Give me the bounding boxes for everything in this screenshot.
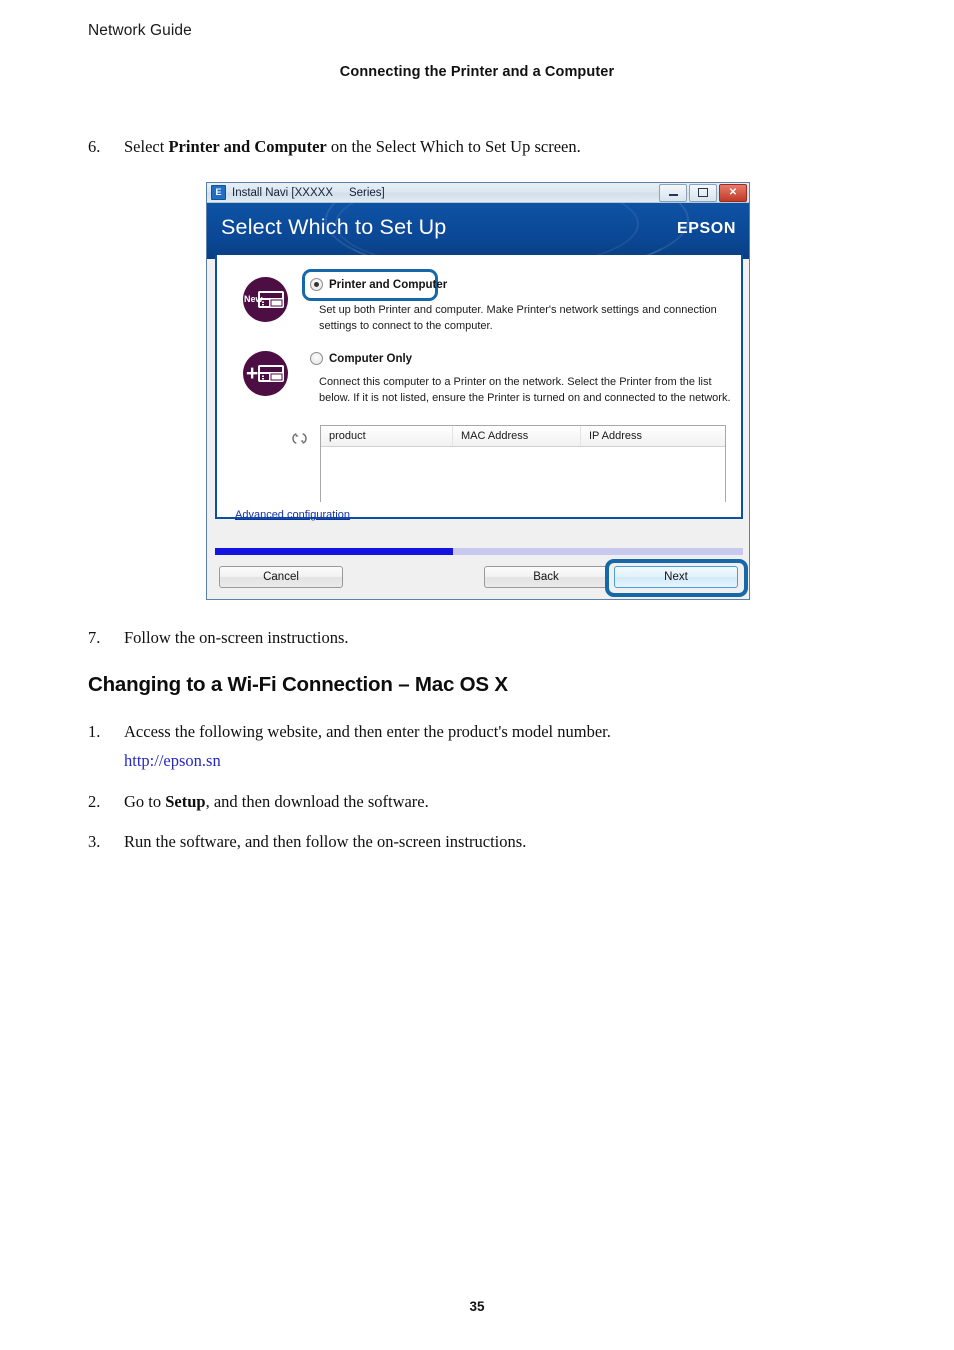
section-step-2-bold: Setup: [165, 792, 206, 811]
radio-button-printer-and-computer-icon[interactable]: [310, 278, 323, 291]
step-6-text-before: Select: [124, 137, 169, 156]
step-7: 7. Follow the on-screen instructions.: [88, 627, 728, 649]
page-number: 35: [469, 1299, 485, 1314]
radio-printer-and-computer[interactable]: Printer and Computer: [310, 278, 447, 291]
section-step-3-number: 3.: [88, 832, 101, 851]
radio-computer-only[interactable]: Computer Only: [310, 352, 412, 365]
column-header-mac-address[interactable]: MAC Address: [453, 426, 581, 446]
dialog-titlebar: E Install Navi [XXXXX Series] ✕: [207, 183, 749, 203]
computer-only-icon: +: [243, 351, 288, 396]
step-7-text: Follow the on-screen instructions.: [124, 628, 349, 647]
printer-and-computer-description: Set up both Printer and computer. Make P…: [319, 304, 717, 332]
advanced-configuration-link[interactable]: Advanced configuration: [235, 509, 350, 521]
dialog-banner: Select Which to Set Up EPSON: [207, 203, 749, 259]
printer-list-header-row: product MAC Address IP Address: [321, 426, 725, 447]
section-step-1: 1. Access the following website, and the…: [88, 721, 728, 743]
dialog-footer: Cancel Back Next: [207, 557, 749, 599]
section-step-1-number: 1.: [88, 722, 101, 741]
step-6-text: Select Printer and Computer on the Selec…: [124, 136, 728, 158]
step-6: 6. Select Printer and Computer on the Se…: [88, 136, 728, 158]
maximize-icon[interactable]: [689, 183, 717, 202]
dialog-content-panel: New Printer and Computer Set up both Pri…: [215, 255, 743, 521]
epson-sn-link[interactable]: http://epson.sn: [124, 751, 221, 771]
step-6-text-after: on the Select Which to Set Up screen.: [326, 137, 581, 156]
close-icon[interactable]: ✕: [719, 183, 747, 202]
running-head-left: Network Guide: [88, 22, 192, 39]
printer-list-body[interactable]: [321, 447, 725, 503]
radio-button-computer-only-icon[interactable]: [310, 352, 323, 365]
install-navi-dialog: E Install Navi [XXXXX Series] ✕ Select W…: [206, 182, 750, 600]
section-step-2: 2. Go to Setup, and then download the so…: [88, 791, 728, 813]
option-computer-only[interactable]: + Computer Only Connect this computer to…: [217, 345, 741, 421]
page-title: Changing to a Wi-Fi Connection – Mac OS …: [88, 673, 508, 696]
column-header-ip-address[interactable]: IP Address: [581, 426, 725, 446]
computer-only-description: Connect this computer to a Printer on th…: [319, 376, 731, 404]
section-step-1-text: Access the following website, and then e…: [124, 722, 611, 741]
section-step-3: 3. Run the software, and then follow the…: [88, 831, 728, 853]
option-printer-and-computer[interactable]: New Printer and Computer Set up both Pri…: [217, 255, 741, 345]
refresh-icon[interactable]: [292, 431, 307, 446]
step-6-bold: Printer and Computer: [168, 137, 327, 156]
minimize-icon[interactable]: [659, 183, 687, 202]
setup-progress-fill: [215, 548, 453, 555]
next-button[interactable]: Next: [614, 566, 738, 588]
section-step-3-text: Run the software, and then follow the on…: [124, 832, 527, 851]
column-header-product[interactable]: product: [321, 426, 453, 446]
banner-title: Select Which to Set Up: [221, 215, 447, 239]
section-step-2-text-after: , and then download the software.: [205, 792, 429, 811]
epson-logo: EPSON: [676, 220, 736, 237]
epson-app-icon: E: [211, 185, 226, 200]
radio-computer-only-label: Computer Only: [329, 352, 413, 365]
printer-list-table[interactable]: product MAC Address IP Address: [320, 425, 726, 503]
dialog-title: Install Navi [XXXXX Series]: [232, 186, 385, 199]
section-step-2-text: Go to Setup, and then download the softw…: [124, 791, 728, 813]
setup-progress-bar: [215, 548, 743, 555]
back-button[interactable]: Back: [484, 566, 608, 588]
section-step-2-text-before: Go to: [124, 792, 166, 811]
window-controls: ✕: [659, 183, 747, 202]
step-7-number: 7.: [88, 628, 101, 647]
cancel-button[interactable]: Cancel: [219, 566, 343, 588]
radio-printer-and-computer-label: Printer and Computer: [329, 278, 448, 291]
printer-and-computer-icon: New: [243, 277, 288, 322]
step-6-number: 6.: [88, 137, 101, 156]
running-head-chapter: Connecting the Printer and a Computer: [339, 64, 615, 80]
new-badge-label: New: [244, 294, 263, 304]
plus-badge-label: +: [246, 362, 259, 385]
printer-glyph-icon: [258, 365, 284, 382]
section-step-2-number: 2.: [88, 792, 101, 811]
